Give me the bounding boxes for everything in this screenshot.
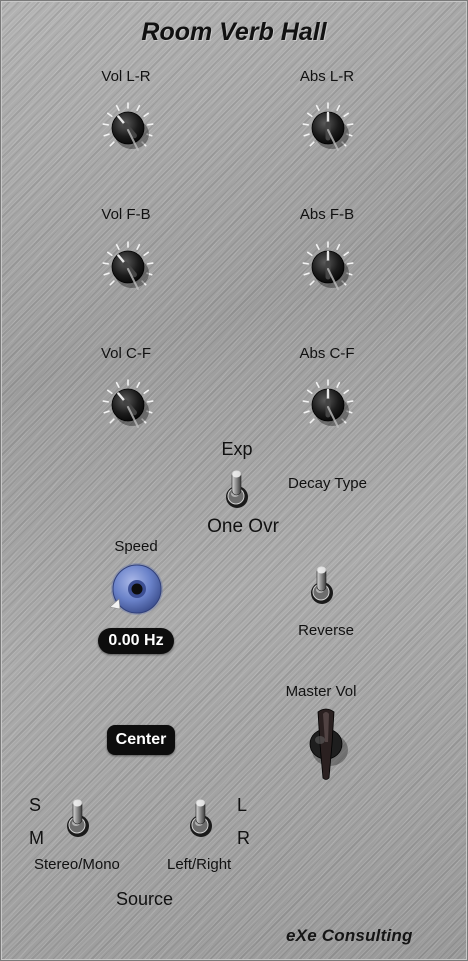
source-label: Source: [116, 889, 174, 909]
plugin-title: Room Verb Hall: [141, 18, 327, 46]
speed-readout: 0.00 Hz: [98, 628, 174, 654]
mono-option: M: [29, 828, 44, 848]
vol-fb-label: Vol F-B: [101, 206, 151, 223]
abs-cf-label: Abs C-F: [299, 345, 355, 362]
left-right-label: Left/Right: [167, 856, 232, 873]
stereo-mono-toggle[interactable]: [58, 796, 98, 842]
decay-type-label: Decay Type: [288, 475, 367, 492]
decay-one-ovr-option: One Ovr: [207, 516, 279, 537]
abs-fb-label: Abs F-B: [299, 206, 355, 223]
abs-lr-knob[interactable]: [294, 98, 362, 158]
abs-lr-label: Abs L-R: [299, 68, 355, 85]
left-right-toggle[interactable]: [181, 796, 221, 842]
speed-label: Speed: [114, 538, 158, 555]
right-option: R: [237, 828, 250, 848]
reverse-label: Reverse: [298, 622, 354, 639]
left-option: L: [237, 795, 248, 815]
master-vol-label: Master Vol: [285, 683, 357, 700]
abs-fb-knob[interactable]: [294, 237, 362, 297]
plugin-panel: Room Verb Hall Vol L-R Abs L-R Vol F-B A…: [0, 0, 468, 961]
vol-lr-knob[interactable]: [94, 98, 162, 158]
vol-fb-knob[interactable]: [94, 237, 162, 297]
vol-cf-knob[interactable]: [94, 375, 162, 435]
decay-exp-option: Exp: [221, 439, 253, 459]
reverse-toggle[interactable]: [302, 563, 342, 609]
brand-logo-text: eXe Consulting: [286, 926, 413, 945]
stereo-mono-label: Stereo/Mono: [34, 856, 120, 873]
vol-cf-label: Vol C-F: [100, 345, 152, 362]
abs-cf-knob[interactable]: [294, 375, 362, 435]
decay-type-toggle[interactable]: [217, 467, 257, 513]
center-button[interactable]: Center: [107, 725, 175, 755]
master-vol-knob[interactable]: [298, 704, 356, 782]
stereo-option: S: [29, 795, 42, 815]
speed-knob[interactable]: [106, 562, 164, 618]
vol-lr-label: Vol L-R: [101, 68, 151, 85]
